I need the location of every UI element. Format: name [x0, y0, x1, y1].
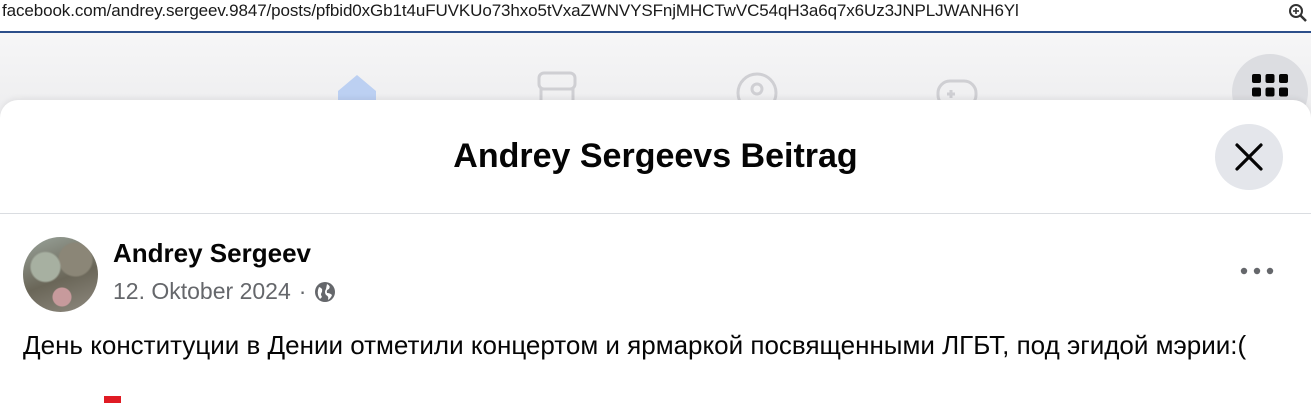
avatar[interactable] [23, 237, 98, 312]
more-options-icon[interactable] [1238, 260, 1276, 282]
dialog-title: Andrey Sergeevs Beitrag [453, 137, 858, 175]
zoom-icon[interactable] [1287, 2, 1309, 24]
post-meta: 12. Oktober 2024 · [113, 278, 336, 305]
url-text[interactable]: facebook.com/andrey.sergeev.9847/posts/p… [2, 1, 1019, 21]
meta-separator: · [298, 278, 307, 304]
spellcheck-marker [104, 396, 121, 403]
close-icon [1235, 143, 1263, 171]
post-text: День конституции в Дении отметили концер… [23, 330, 1247, 360]
address-bar[interactable]: facebook.com/andrey.sergeev.9847/posts/p… [0, 0, 1311, 33]
post-author[interactable]: Andrey Sergeev [113, 238, 311, 269]
close-button[interactable] [1215, 124, 1283, 190]
post-date[interactable]: 12. Oktober 2024 [113, 278, 291, 305]
dialog-divider [0, 213, 1311, 214]
globe-icon[interactable] [314, 281, 336, 303]
